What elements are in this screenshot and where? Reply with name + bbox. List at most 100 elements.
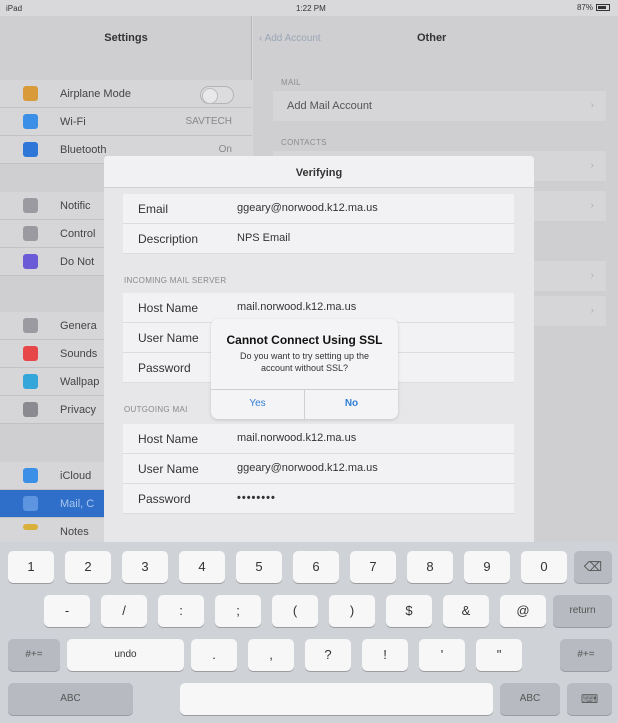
keyboard-icon: ⌨ — [580, 692, 599, 706]
alert-buttons: Yes No — [211, 389, 398, 419]
abc-key-left[interactable]: ABC — [8, 683, 133, 715]
sidebar-item-label: Control — [60, 228, 96, 240]
back-button[interactable]: ‹ Add Account — [259, 33, 321, 44]
alert-message: Do you want to try setting up the accoun… — [239, 351, 370, 373]
key-semicolon[interactable]: ; — [215, 595, 261, 627]
abc-key-right[interactable]: ABC — [500, 683, 560, 715]
field-value: ggeary@norwood.k12.ma.us — [237, 202, 378, 214]
key-period[interactable]: . — [191, 639, 237, 671]
add-mail-account-row[interactable]: Add Mail Account › — [273, 91, 606, 121]
sidebar-item-wifi[interactable]: Wi-Fi SAVTECH — [0, 108, 252, 136]
airplane-mode-toggle[interactable] — [200, 86, 234, 104]
symbols-switch-key-left[interactable]: #+= — [8, 639, 60, 671]
chevron-right-icon: › — [590, 100, 594, 111]
key-ampersand[interactable]: & — [443, 595, 489, 627]
key-at[interactable]: @ — [500, 595, 546, 627]
chevron-right-icon: › — [590, 200, 594, 211]
key-3[interactable]: 3 — [122, 551, 168, 583]
sidebar-title: Settings — [104, 32, 148, 44]
key-4[interactable]: 4 — [179, 551, 225, 583]
key-question[interactable]: ? — [305, 639, 351, 671]
wallpaper-icon — [23, 374, 38, 389]
field-value: mail.norwood.k12.ma.us — [237, 301, 357, 313]
section-header-mail: MAIL — [281, 78, 301, 87]
back-button-label: Add Account — [264, 33, 321, 44]
sidebar-item-label: iCloud — [60, 470, 92, 482]
field-value: •••••••• — [237, 492, 276, 504]
key-5[interactable]: 5 — [236, 551, 282, 583]
battery-percent: 87% — [576, 3, 593, 12]
field-label: Host Name — [138, 301, 199, 315]
speaker-icon — [23, 346, 38, 361]
nav-bar: ‹ Add Account Other — [253, 16, 618, 46]
key-dollar[interactable]: $ — [386, 595, 432, 627]
sidebar-item-label: Sounds — [60, 348, 98, 360]
sidebar-item-label: Airplane Mode — [60, 88, 131, 100]
sheet-nav-bar: Verifying — [104, 156, 534, 188]
field-label: User Name — [138, 462, 199, 476]
key-2[interactable]: 2 — [65, 551, 111, 583]
notes-icon — [23, 524, 38, 530]
return-key[interactable]: return — [553, 595, 612, 627]
key-7[interactable]: 7 — [350, 551, 396, 583]
delete-key[interactable]: ⌫ — [574, 551, 612, 583]
clock: 1:22 PM — [296, 4, 326, 13]
outgoing-server-header: OUTGOING MAI — [124, 405, 188, 414]
sidebar-item-label: Privacy — [60, 404, 97, 416]
description-field[interactable]: Description NPS Email — [123, 224, 514, 254]
ssl-alert-dialog: Cannot Connect Using SSL Do you want to … — [211, 319, 398, 419]
field-label: Email — [138, 202, 169, 216]
wifi-network-name: SAVTECH — [185, 116, 233, 127]
gear-icon — [23, 318, 38, 333]
key-close-paren[interactable]: ) — [329, 595, 375, 627]
key-6[interactable]: 6 — [293, 551, 339, 583]
bluetooth-icon — [23, 142, 38, 157]
key-apostrophe[interactable]: ' — [419, 639, 465, 671]
sidebar-item-label: Notific — [60, 200, 91, 212]
sidebar-item-label: Mail, C — [60, 498, 95, 510]
incoming-server-header: INCOMING MAIL SERVER — [124, 276, 227, 285]
key-9[interactable]: 9 — [464, 551, 510, 583]
key-open-paren[interactable]: ( — [272, 595, 318, 627]
sidebar-item-label: Notes — [60, 526, 89, 538]
yes-button[interactable]: Yes — [211, 390, 305, 419]
hide-keyboard-key[interactable]: ⌨ — [567, 683, 612, 715]
no-button[interactable]: No — [305, 390, 398, 419]
alert-title: Cannot Connect Using SSL — [226, 333, 383, 347]
key-quote[interactable]: " — [476, 639, 522, 671]
key-comma[interactable]: , — [248, 639, 294, 671]
backspace-icon: ⌫ — [583, 559, 603, 574]
space-key[interactable] — [180, 683, 493, 715]
field-label: Host Name — [138, 432, 199, 446]
sidebar-item-label: Bluetooth — [60, 144, 107, 156]
email-field[interactable]: Email ggeary@norwood.k12.ma.us — [123, 194, 514, 224]
chevron-right-icon: › — [590, 160, 594, 171]
outgoing-password-field[interactable]: Password •••••••• — [123, 484, 514, 514]
hand-icon — [23, 402, 38, 417]
undo-key[interactable]: undo — [67, 639, 184, 671]
key-dash[interactable]: - — [44, 595, 90, 627]
key-colon[interactable]: : — [158, 595, 204, 627]
sidebar-item-airplane-mode[interactable]: Airplane Mode — [0, 80, 252, 108]
chevron-right-icon: › — [590, 305, 594, 316]
battery-icon — [596, 4, 610, 11]
key-1[interactable]: 1 — [8, 551, 54, 583]
key-slash[interactable]: / — [101, 595, 147, 627]
symbols-switch-key-right[interactable]: #+= — [560, 639, 612, 671]
moon-icon — [23, 254, 38, 269]
key-0[interactable]: 0 — [521, 551, 567, 583]
key-exclamation[interactable]: ! — [362, 639, 408, 671]
field-label: User Name — [138, 331, 199, 345]
cloud-icon — [23, 468, 38, 483]
sidebar-item-label: Do Not — [60, 256, 95, 268]
outgoing-user-name-field[interactable]: User Name ggeary@norwood.k12.ma.us — [123, 454, 514, 484]
keyboard: 1 2 3 4 5 6 7 8 9 0 ⌫ - / : ; ( ) $ & @ … — [0, 542, 618, 723]
field-label: Password — [138, 361, 191, 375]
outgoing-host-name-field[interactable]: Host Name mail.norwood.k12.ma.us — [123, 424, 514, 454]
sheet-title: Verifying — [295, 167, 343, 179]
field-value: mail.norwood.k12.ma.us — [237, 432, 357, 444]
key-8[interactable]: 8 — [407, 551, 453, 583]
control-center-icon — [23, 226, 38, 241]
field-label: Password — [138, 492, 191, 506]
field-label: Description — [138, 232, 199, 246]
